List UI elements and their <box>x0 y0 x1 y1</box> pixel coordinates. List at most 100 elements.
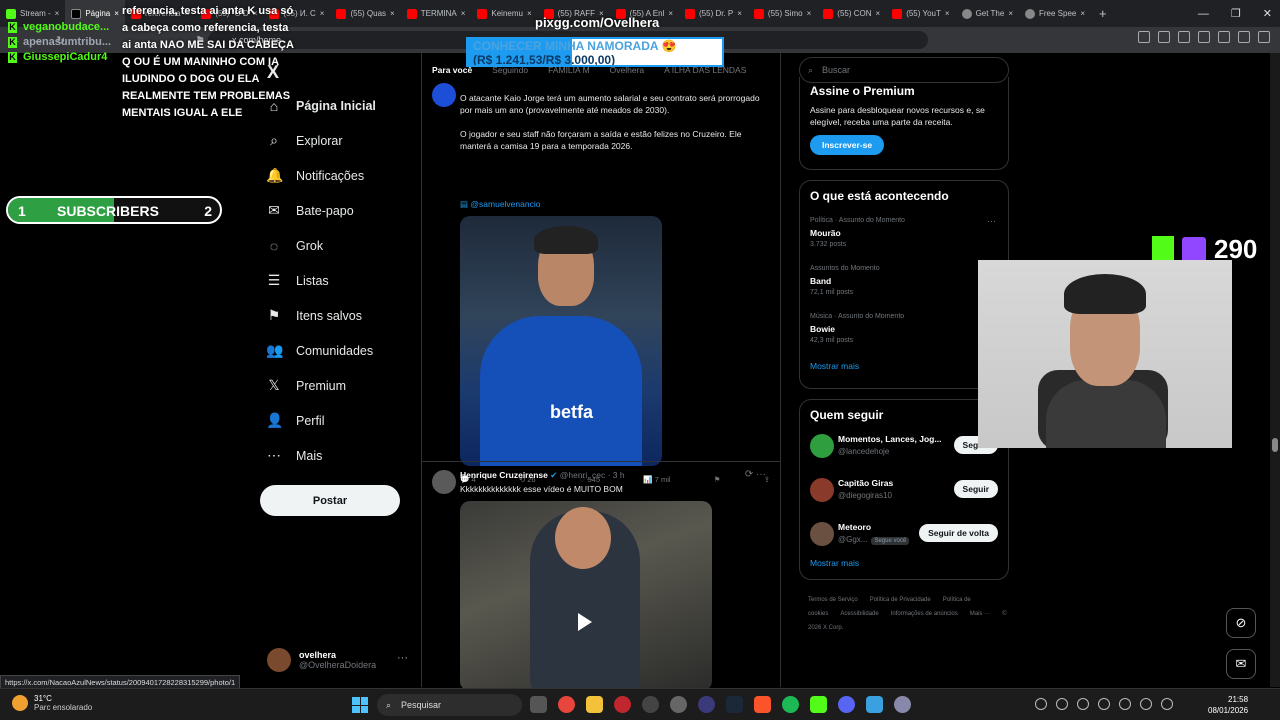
menu-icon[interactable] <box>1258 31 1270 43</box>
tweet-video[interactable] <box>460 501 712 691</box>
sidebar-item-notifica-es[interactable]: 🔔 Notificações <box>266 158 376 193</box>
trend-item[interactable]: Política · Assunto do Momento Mourão 3.732… <box>810 215 998 251</box>
avatar[interactable] <box>810 522 834 546</box>
app-icon[interactable] <box>670 696 687 713</box>
footer-link[interactable]: Acessibilidade <box>840 611 878 617</box>
author-name[interactable]: Henrique Cruzeirense <box>460 470 548 480</box>
follow-button[interactable]: Seguir de volta <box>919 524 998 542</box>
chat-username[interactable]: apenasumtribu... <box>23 35 111 50</box>
app-icon[interactable] <box>642 696 659 713</box>
views-button[interactable]: 📊 7 mil <box>643 475 670 484</box>
new-tab-icon[interactable]: + <box>1099 6 1107 21</box>
browser-tab[interactable]: (55) YouT × <box>886 0 955 27</box>
browser-tab[interactable]: (55) Dr. P × <box>679 0 748 27</box>
tray-icon[interactable] <box>1119 698 1131 710</box>
scrollbar-thumb[interactable] <box>1272 438 1278 452</box>
sidebar-item-listas[interactable]: ☰ Listas <box>266 263 376 298</box>
show-more-link[interactable]: Mostrar mais <box>810 361 998 371</box>
browser-tab[interactable]: Keinemu × <box>471 0 537 27</box>
discord-icon[interactable] <box>838 696 855 713</box>
close-icon[interactable]: × <box>527 9 532 18</box>
opera-icon[interactable] <box>614 696 631 713</box>
close-icon[interactable]: × <box>114 9 119 18</box>
steam-icon[interactable] <box>726 696 743 713</box>
close-icon[interactable]: × <box>55 9 60 18</box>
post-button[interactable]: Postar <box>260 485 400 516</box>
footer-link[interactable]: Termos de Serviço <box>808 597 858 603</box>
trend-item[interactable]: Assuntos do MomentoBand72,1 mil posts··· <box>810 263 998 299</box>
close-icon[interactable]: × <box>737 9 742 18</box>
tray-icon[interactable] <box>1056 698 1068 710</box>
follow-suggestion[interactable]: Momentos, Lances, Jog... @lancedehoje Segu… <box>810 426 998 466</box>
account-switcher[interactable]: ovelhera @OvelheraDoidera <box>267 648 376 672</box>
chrome-icon[interactable] <box>558 696 575 713</box>
sidebar-item-bate-papo[interactable]: ✉ Bate-papo <box>266 193 376 228</box>
sidebar-item-mais[interactable]: ⋯ Mais <box>266 438 376 473</box>
close-icon[interactable]: × <box>945 9 950 18</box>
maximize-icon[interactable]: ❐ <box>1231 7 1241 20</box>
close-icon[interactable]: × <box>1080 9 1085 18</box>
clock[interactable]: 21:58 08/01/2026 <box>1208 694 1248 716</box>
close-icon[interactable]: × <box>1008 9 1013 18</box>
sidebar-item-explorar[interactable]: ⌕ Explorar <box>266 123 376 158</box>
close-icon[interactable]: × <box>876 9 881 18</box>
footer-link[interactable]: Mais ··· <box>970 611 990 617</box>
close-icon[interactable]: ✕ <box>1263 7 1272 20</box>
extension-icon[interactable] <box>1178 31 1190 43</box>
extension-icon[interactable] <box>1138 31 1150 43</box>
avatar[interactable] <box>432 83 456 107</box>
notepad-icon[interactable] <box>866 696 883 713</box>
mic-icon[interactable] <box>1140 698 1152 710</box>
minimize-icon[interactable]: — <box>1198 8 1209 20</box>
app-icon[interactable] <box>698 696 715 713</box>
sidebar-item-comunidades[interactable]: 👥 Comunidades <box>266 333 376 368</box>
extension-icon[interactable] <box>1198 31 1210 43</box>
sidebar-item-grok[interactable]: ◌ Grok <box>266 228 376 263</box>
spotify-icon[interactable] <box>782 696 799 713</box>
browser-tab[interactable]: (55) Quas × <box>330 0 400 27</box>
avatar[interactable] <box>432 470 456 494</box>
wallet-icon[interactable] <box>1238 31 1250 43</box>
sidebar-icon[interactable] <box>1218 31 1230 43</box>
more-icon[interactable]: ··· <box>987 215 996 227</box>
tray-icon[interactable] <box>1098 698 1110 710</box>
chat-username[interactable]: veganobudace... <box>23 20 109 35</box>
follow-button[interactable]: Seguir <box>953 480 998 498</box>
browser-tab[interactable]: (55) Simo × <box>748 0 817 27</box>
footer-link[interactable]: Informações de anúncios <box>891 611 958 617</box>
more-icon[interactable]: ⟳ ··· <box>745 469 766 480</box>
messages-float-button[interactable]: ✉ <box>1226 649 1256 679</box>
chat-username[interactable]: GiussepiCadur4 <box>23 50 107 65</box>
mention-link[interactable]: ▤ @samuelvenancio <box>460 199 540 210</box>
more-icon[interactable]: ··· <box>397 652 408 664</box>
sidebar-item-itens-salvos[interactable]: ⚑ Itens salvos <box>266 298 376 333</box>
subscribe-button[interactable]: Inscrever-se <box>810 135 885 155</box>
taskbar-search[interactable]: ⌕ Pesquisar <box>377 694 522 716</box>
weather-widget[interactable]: 31°C Parc ensolarado <box>12 694 92 712</box>
tray-icon[interactable] <box>1035 698 1047 710</box>
kick-icon[interactable] <box>810 696 827 713</box>
trend-item[interactable]: Música · Assunto do Momento Bowie 42,3 mil… <box>810 311 998 347</box>
close-icon[interactable]: × <box>461 9 466 18</box>
folder-icon[interactable] <box>586 696 603 713</box>
task-view-icon[interactable] <box>530 696 547 713</box>
play-icon[interactable] <box>578 613 592 631</box>
avatar[interactable] <box>810 478 834 502</box>
app-icon[interactable] <box>894 696 911 713</box>
browser-tab[interactable]: Free Spee × <box>1019 0 1091 27</box>
footer-link[interactable]: Política de Privacidade <box>870 597 931 603</box>
bookmark-button[interactable]: ⚑ <box>714 475 721 484</box>
avatar[interactable] <box>810 434 834 458</box>
close-icon[interactable]: × <box>390 9 395 18</box>
windows-start-icon[interactable] <box>352 697 368 713</box>
brave-icon[interactable] <box>754 696 771 713</box>
volume-icon[interactable] <box>1161 698 1173 710</box>
extension-icon[interactable] <box>1158 31 1170 43</box>
follow-suggestion[interactable]: Meteoro @Ggx... Segue você Seguir de volta <box>810 514 998 554</box>
grok-float-button[interactable]: ⊘ <box>1226 608 1256 638</box>
browser-tab[interactable]: TERMINA × <box>401 0 472 27</box>
tray-icon[interactable] <box>1077 698 1089 710</box>
close-icon[interactable]: × <box>320 9 325 18</box>
close-icon[interactable]: × <box>668 9 673 18</box>
browser-tab[interactable]: Get The × <box>956 0 1019 27</box>
